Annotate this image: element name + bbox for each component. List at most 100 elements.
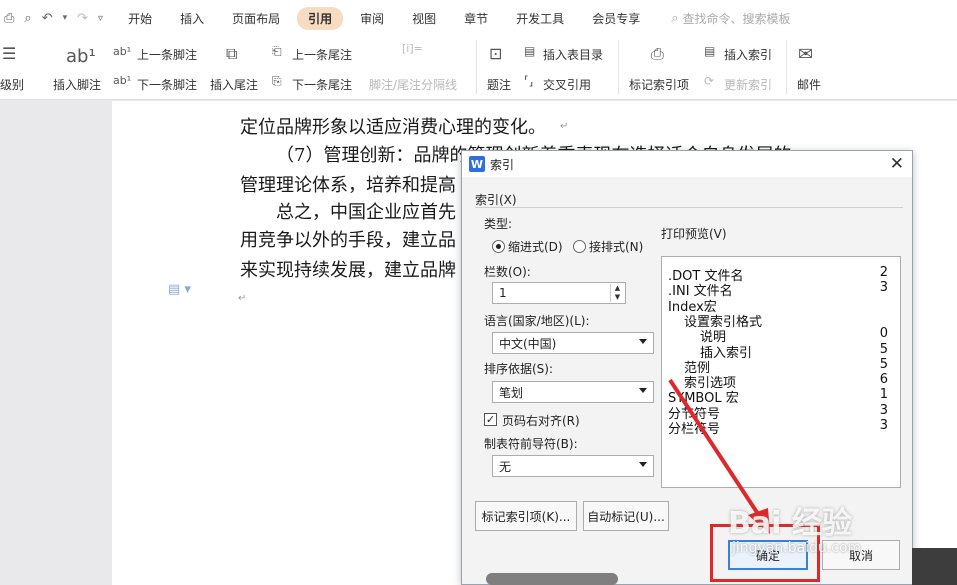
command-search[interactable]: ⌕ 查找命令、搜索模板 — [671, 10, 790, 27]
runin-radio[interactable]: 接排式(N) — [573, 238, 643, 255]
preview-page-number: 2 — [879, 265, 888, 280]
insert-table-of-figures-button[interactable]: 插入表目录 — [543, 46, 603, 63]
index-tab[interactable]: 索引(X) — [475, 191, 517, 208]
right-align-checkbox[interactable]: ✓ — [484, 413, 497, 426]
tab-leader-value: 无 — [499, 459, 512, 474]
prev-footnote-button[interactable]: 上一条脚注 — [137, 46, 197, 63]
undo-dropdown-icon[interactable]: ▾ — [63, 13, 68, 23]
caption-button[interactable]: 题注 — [487, 76, 511, 93]
sort-select[interactable]: 笔划 — [492, 381, 654, 403]
update-index-icon: ⟳ — [704, 74, 715, 88]
tab-insert[interactable]: 插入 — [169, 7, 215, 30]
search-icon: ⌕ — [671, 10, 679, 26]
insert-index-button[interactable]: 插入索引 — [724, 46, 772, 63]
separator-line-button[interactable]: 脚注/尾注分隔线 — [369, 76, 457, 93]
chevron-down-icon — [639, 462, 647, 467]
radio-selected-icon — [492, 240, 505, 253]
mail-button[interactable]: 邮件 — [797, 76, 821, 93]
spin-buttons[interactable]: ▲ ▼ — [610, 284, 624, 302]
watermark-logo: Bai 经验 — [728, 506, 852, 541]
preview-page-number: 3 — [879, 418, 888, 433]
dialog-titlebar[interactable]: W 索引 ✕ — [462, 151, 912, 177]
preview-label: 打印预览(V) — [661, 227, 727, 241]
print-icon[interactable]: ⎙ — [4, 11, 14, 26]
sort-label: 排序依据(S): — [484, 362, 554, 376]
insert-endnote-icon[interactable]: ⧉ — [226, 44, 237, 64]
search-placeholder: 查找命令、搜索模板 — [682, 11, 791, 26]
ribbon-divider — [786, 40, 787, 94]
preview-page-number: 3 — [879, 280, 888, 296]
mark-entry-button[interactable]: 标记索引项(K)... — [475, 501, 577, 531]
next-footnote-icon[interactable]: ab¹ — [113, 74, 131, 87]
level-icon[interactable]: ☰ — [2, 44, 16, 63]
columns-label: 栏数(O): — [484, 265, 531, 279]
tab-view[interactable]: 视图 — [401, 7, 447, 30]
ribbon-divider — [618, 40, 619, 94]
insert-footnote-button[interactable]: 插入脚注 — [53, 76, 101, 93]
preview-entry: 分栏符号 — [668, 422, 721, 437]
print-preview-icon[interactable]: ⌕ — [24, 11, 31, 26]
next-endnote-icon[interactable]: ⎘ — [272, 74, 282, 89]
right-align-label[interactable]: 页码右对齐(R) — [502, 412, 580, 429]
tab-member[interactable]: 会员专享 — [581, 7, 651, 30]
close-icon[interactable]: ✕ — [890, 154, 904, 174]
undo-icon[interactable]: ↶ — [42, 11, 53, 26]
tab-chapter[interactable]: 章节 — [453, 7, 499, 30]
preview-page-number: 5 — [879, 341, 888, 357]
caption-icon[interactable]: ⊡ — [489, 44, 502, 63]
tab-page-layout[interactable]: 页面布局 — [221, 7, 291, 30]
chevron-down-icon — [639, 388, 647, 393]
insert-footnote-icon[interactable]: ab¹ — [66, 46, 96, 67]
dialog-title: 索引 — [490, 157, 515, 172]
tab-home[interactable]: 开始 — [117, 7, 163, 30]
horizontal-scrollbar[interactable] — [486, 573, 618, 585]
ribbon-tabs: 开始 插入 页面布局 引用 审阅 视图 章节 开发工具 会员专享 — [117, 6, 657, 30]
language-value: 中文(中国) — [499, 336, 557, 351]
language-select[interactable]: 中文(中国) — [492, 332, 654, 354]
columns-spinner[interactable]: 1 ▲ ▼ — [492, 282, 626, 304]
level-button[interactable]: 级别 — [0, 76, 24, 93]
watermark-url: jingyan.baidu.com — [732, 540, 862, 556]
document-outline-icon[interactable]: ▤ ▾ — [168, 282, 191, 297]
redo-icon[interactable]: ↷ — [77, 11, 88, 26]
print-preview-box: .DOT 文件名 2 .INI 文件名 3 Index宏 设置索引格式 说明 0 插入索引 5 范例… — [661, 256, 901, 488]
mark-index-entry-icon[interactable]: ⎙ — [651, 44, 664, 64]
customize-dropdown-icon[interactable]: ▿ — [98, 13, 103, 24]
cross-reference-icon[interactable]: ⸢⸥ — [524, 74, 533, 88]
ribbon-divider — [476, 40, 477, 94]
automark-button[interactable]: 自动标记(U)... — [583, 501, 669, 531]
sort-value: 笔划 — [499, 385, 524, 400]
mark-index-entry-button[interactable]: 标记索引项 — [629, 76, 689, 93]
preview-page-number: 6 — [879, 372, 888, 388]
menu-bar: ⎙ ⌕ ↶ ▾ ↷ ▿ 开始 插入 页面布局 引用 审阅 视图 章节 开发工具 … — [0, 0, 957, 36]
spin-down-icon[interactable]: ▼ — [611, 293, 624, 302]
doc-line: 来实现持续发展，建立品牌 — [240, 260, 456, 281]
spin-up-icon[interactable]: ▲ — [611, 284, 624, 293]
prev-endnote-button[interactable]: 上一条尾注 — [292, 46, 352, 63]
tab-review[interactable]: 审阅 — [349, 7, 395, 30]
prev-endnote-icon[interactable]: ⎗ — [272, 44, 282, 59]
preview-page-number: 1 — [879, 387, 888, 403]
tab-developer[interactable]: 开发工具 — [505, 7, 575, 30]
next-endnote-button[interactable]: 下一条尾注 — [292, 76, 352, 93]
wps-logo-icon: W — [469, 156, 485, 172]
paragraph-mark: ↵ — [238, 293, 247, 304]
table-of-figures-icon[interactable]: ▤ — [524, 44, 535, 58]
tab-leader-label: 制表符前导符(B): — [484, 437, 578, 451]
insert-endnote-button[interactable]: 插入尾注 — [210, 76, 258, 93]
references-ribbon: ☰ 级别 ab¹ 插入脚注 ab¹ 上一条脚注 ab¹ 下一条脚注 ⧉ 插入尾注… — [0, 36, 957, 100]
indent-label: 缩进式(D) — [508, 240, 563, 254]
cross-reference-button[interactable]: 交叉引用 — [543, 76, 591, 93]
prev-footnote-icon[interactable]: ab¹ — [113, 45, 131, 58]
indent-radio[interactable]: 缩进式(D) — [492, 238, 563, 255]
insert-index-icon[interactable]: ▤ — [704, 44, 715, 58]
language-label: 语言(国家/地区)(L): — [484, 314, 590, 328]
update-index-button[interactable]: 更新索引 — [724, 76, 772, 93]
doc-line: 用竞争以外的手段，建立品 — [240, 230, 456, 251]
mail-icon[interactable]: ✉ — [798, 44, 813, 65]
tab-divider — [475, 207, 903, 208]
preview-page-number: 3 — [879, 402, 888, 418]
tab-references[interactable]: 引用 — [297, 6, 344, 30]
tab-leader-select[interactable]: 无 — [492, 455, 654, 477]
next-footnote-button[interactable]: 下一条脚注 — [137, 76, 197, 93]
